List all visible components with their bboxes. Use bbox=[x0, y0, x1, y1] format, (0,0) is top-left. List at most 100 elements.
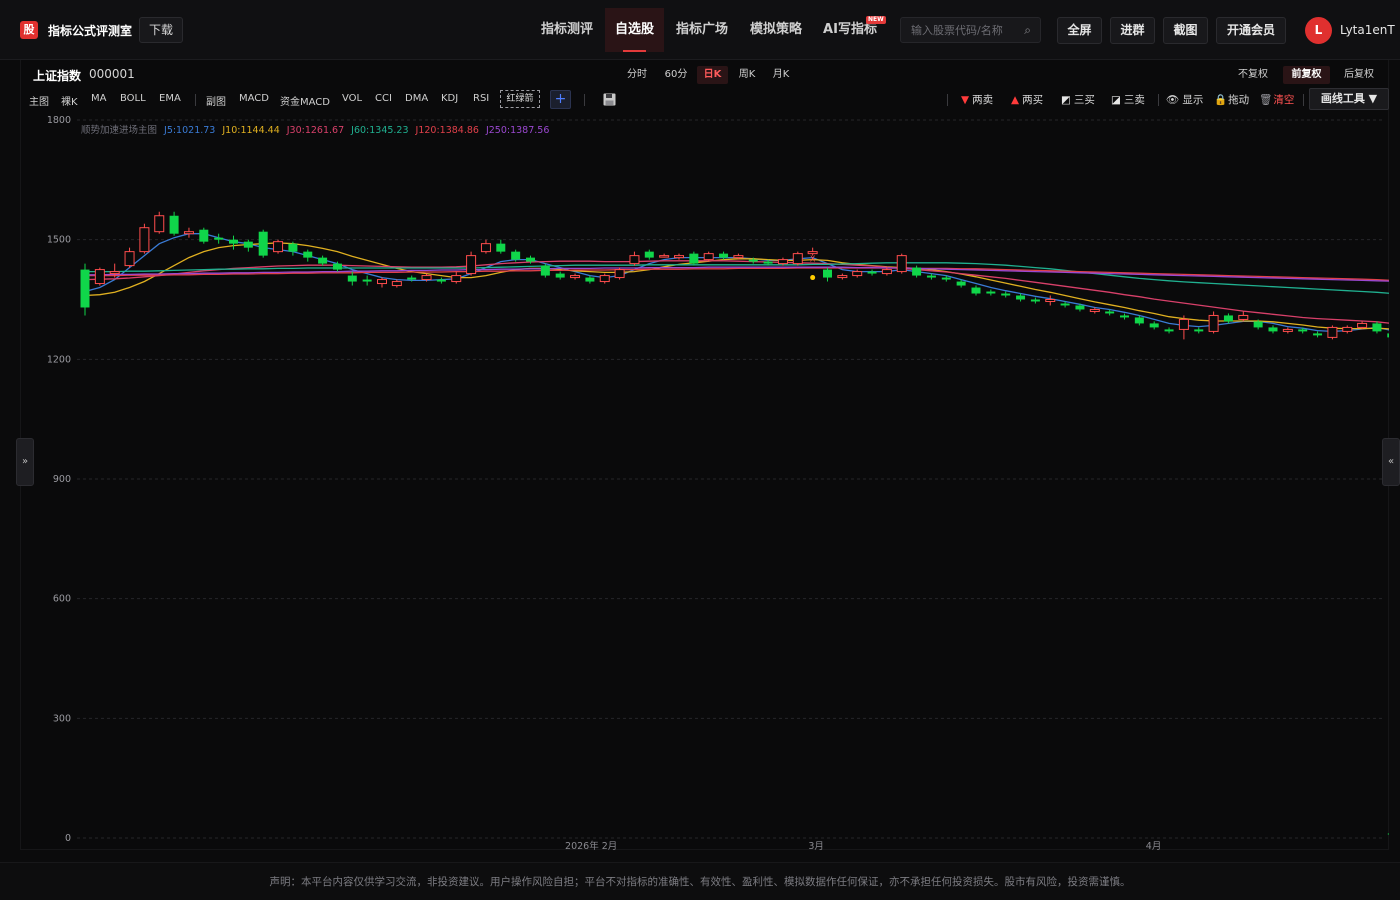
stock-search[interactable]: ⌕ bbox=[900, 17, 1041, 43]
legend-item: J5:1021.73 bbox=[164, 125, 216, 136]
show-tool[interactable]: 👁 显示 bbox=[1166, 92, 1203, 107]
add-indicator-button[interactable]: + bbox=[550, 90, 571, 109]
candle-body bbox=[912, 267, 922, 276]
show-label: 显示 bbox=[1182, 94, 1204, 106]
candle-body bbox=[1282, 328, 1293, 332]
avatar[interactable]: L bbox=[1305, 17, 1332, 44]
period-intraday[interactable]: 分时 bbox=[622, 66, 652, 84]
indicator-fund-macd[interactable]: 资金MACD bbox=[280, 93, 330, 108]
draw-tools-dropdown[interactable]: 画线工具 ▼ bbox=[1309, 88, 1389, 110]
indicator-ma[interactable]: MA bbox=[91, 93, 106, 104]
screenshot-button[interactable]: 截图 bbox=[1163, 17, 1208, 44]
candle-body bbox=[837, 275, 848, 279]
candle-body bbox=[1016, 295, 1026, 300]
triangle-up-icon: ▲ bbox=[1011, 94, 1020, 106]
candle-body bbox=[674, 255, 684, 259]
legend-item: J120:1384.86 bbox=[415, 125, 479, 136]
indicator-vol[interactable]: VOL bbox=[342, 93, 362, 104]
candle-body bbox=[763, 261, 773, 264]
indicator-red-green-arrow[interactable]: 红绿箭 bbox=[500, 90, 540, 108]
candle-body bbox=[659, 255, 670, 258]
two-buy-tool[interactable]: ▲ 两买 bbox=[1011, 92, 1043, 107]
search-input[interactable] bbox=[911, 22, 1021, 38]
indicator-main-chart[interactable]: 主图 bbox=[29, 93, 49, 108]
brand-name[interactable]: 指标公式评测室 bbox=[48, 22, 132, 39]
indicator-sub-chart[interactable]: 副图 bbox=[206, 93, 226, 108]
three-sell-tool[interactable]: ◪ 三卖 bbox=[1111, 92, 1145, 107]
nav-simulated-strategy[interactable]: 模拟策略 bbox=[740, 8, 812, 52]
toolbar-divider bbox=[1158, 94, 1159, 106]
username[interactable]: Lyta1enT bbox=[1340, 23, 1395, 37]
vip-button[interactable]: 开通会员 bbox=[1216, 17, 1286, 44]
logo-icon[interactable]: 股 bbox=[20, 21, 38, 39]
candle-body bbox=[1342, 326, 1353, 332]
candle-body bbox=[391, 281, 402, 287]
chart-legend: 顺势加速进场主图 J5:1021.73 J10:1144.44 J30:1261.67… bbox=[81, 122, 563, 136]
toolbar-divider bbox=[947, 94, 948, 106]
y-tick-label: 600 bbox=[53, 594, 71, 605]
indicator-dma[interactable]: DMA bbox=[405, 93, 428, 104]
indicator-macd[interactable]: MACD bbox=[239, 93, 269, 104]
candle-body bbox=[1357, 322, 1368, 328]
toolbar-divider bbox=[195, 94, 196, 106]
trash-icon: 🗑 bbox=[1259, 94, 1273, 106]
join-group-button[interactable]: 进群 bbox=[1110, 17, 1155, 44]
three-sell-label: 三卖 bbox=[1123, 94, 1145, 106]
period-monthly[interactable]: 月K bbox=[768, 66, 794, 84]
candle-body bbox=[1164, 329, 1174, 332]
candle-body bbox=[1327, 326, 1338, 338]
search-icon[interactable]: ⌕ bbox=[1024, 23, 1031, 38]
adjust-none[interactable]: 不复权 bbox=[1232, 66, 1274, 84]
indicator-bare-k[interactable]: 裸K bbox=[61, 93, 78, 108]
period-60min[interactable]: 60分 bbox=[660, 66, 692, 84]
candle-body bbox=[183, 231, 194, 235]
adjust-forward[interactable]: 前复权 bbox=[1283, 66, 1330, 84]
candlestick-chart[interactable]: 0 300 600 900 1200 1500 1800 2026年 2月 3月 4月 X bbox=[20, 110, 1389, 850]
trend-down-icon: ◪ bbox=[1111, 94, 1121, 106]
indicator-boll[interactable]: BOLL bbox=[120, 93, 146, 104]
period-daily[interactable]: 日K bbox=[697, 66, 728, 84]
candle-body bbox=[496, 243, 506, 252]
clear-label: 清空 bbox=[1273, 94, 1295, 106]
candle-body bbox=[1001, 293, 1011, 296]
save-icon[interactable] bbox=[603, 93, 616, 106]
indicator-kdj[interactable]: KDJ bbox=[441, 93, 458, 104]
nav-indicator-review[interactable]: 指标测评 bbox=[528, 8, 606, 52]
candle-body bbox=[347, 275, 357, 282]
nav-watchlist[interactable]: 自选股 bbox=[605, 8, 664, 52]
candle-body bbox=[436, 279, 446, 282]
candle-body bbox=[407, 277, 417, 280]
candle-body bbox=[80, 269, 90, 308]
fullscreen-button[interactable]: 全屏 bbox=[1057, 17, 1102, 44]
indicator-ema[interactable]: EMA bbox=[159, 93, 181, 104]
nav-indicator-square[interactable]: 指标广场 bbox=[666, 8, 738, 52]
candle-body bbox=[466, 255, 477, 275]
candle-body bbox=[777, 259, 788, 265]
x-tick-label: 3月 bbox=[808, 841, 824, 850]
legend-item: J10:1144.44 bbox=[222, 125, 280, 136]
candle-body bbox=[941, 277, 951, 280]
y-tick-label: 1500 bbox=[47, 235, 71, 246]
y-tick-label: 1800 bbox=[47, 115, 71, 126]
candle-body bbox=[124, 251, 135, 267]
clear-tool[interactable]: 🗑清空 bbox=[1259, 92, 1294, 107]
candle-body bbox=[199, 229, 209, 242]
candle-body bbox=[792, 253, 803, 265]
period-weekly[interactable]: 周K bbox=[734, 66, 760, 84]
download-button[interactable]: 下载 bbox=[139, 17, 183, 43]
drag-tool[interactable]: 🔒拖动 bbox=[1214, 92, 1249, 107]
candle-body bbox=[94, 269, 105, 285]
candle-body bbox=[748, 259, 758, 262]
expand-left-handle[interactable]: » bbox=[16, 438, 34, 486]
three-buy-tool[interactable]: ◩ 三买 bbox=[1061, 92, 1095, 107]
nav-ai-indicator[interactable]: AI写指标 bbox=[815, 8, 885, 52]
indicator-cci[interactable]: CCI bbox=[375, 93, 392, 104]
indicator-rsi[interactable]: RSI bbox=[473, 93, 489, 104]
expand-right-handle[interactable]: « bbox=[1382, 438, 1400, 486]
symbol-code: 000001 bbox=[89, 67, 135, 81]
candle-body bbox=[154, 215, 165, 233]
eye-icon: 👁 bbox=[1166, 94, 1180, 106]
candle-body bbox=[614, 269, 625, 279]
adjust-backward[interactable]: 后复权 bbox=[1337, 66, 1381, 84]
two-sell-tool[interactable]: ▼ 两卖 bbox=[961, 92, 993, 107]
